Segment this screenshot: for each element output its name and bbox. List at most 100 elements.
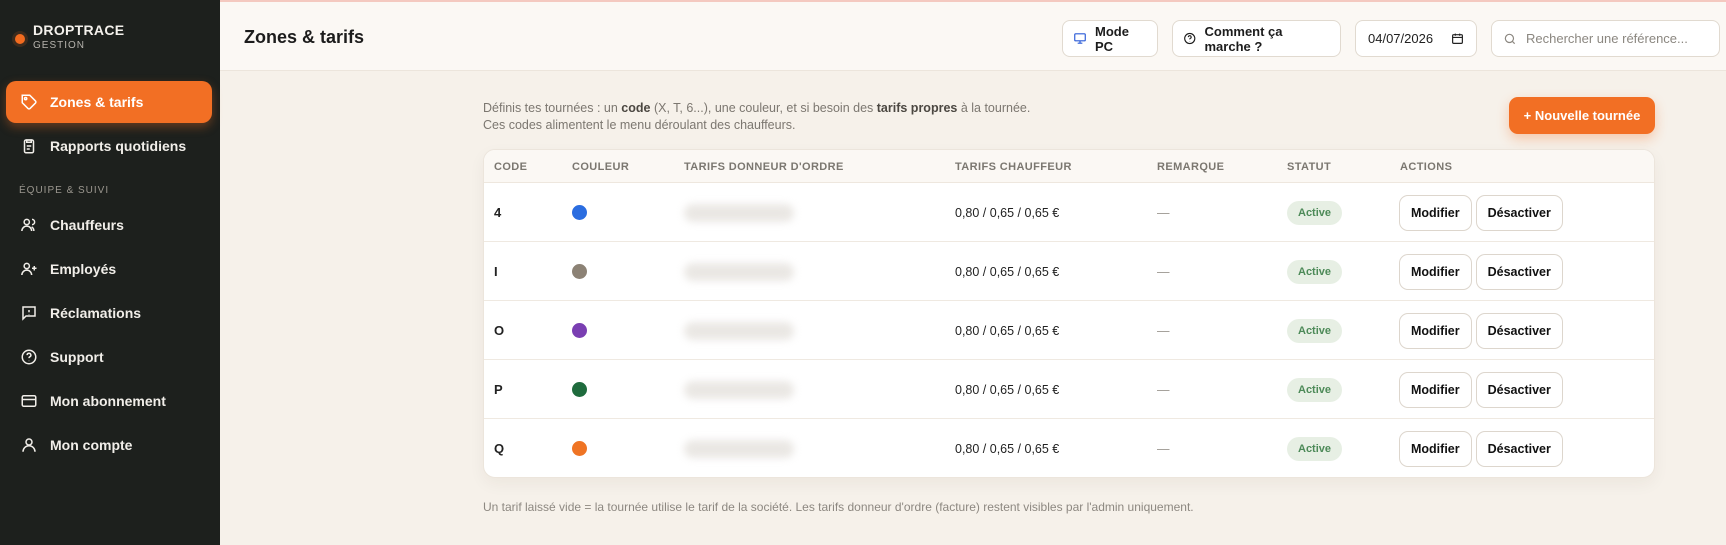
help-circle-icon xyxy=(1184,32,1196,45)
mode-pc-button[interactable]: Mode PC xyxy=(1062,20,1158,57)
sidebar-item-reclamations[interactable]: Réclamations xyxy=(6,292,212,334)
row-tarifs-chauffeur: 0,80 / 0,65 / 0,65 € xyxy=(955,441,1060,456)
blurred-value xyxy=(684,439,794,458)
color-dot-icon xyxy=(572,205,587,220)
edit-button[interactable]: Modifier xyxy=(1399,312,1472,349)
brand-name: DROPTRACE xyxy=(33,22,125,38)
color-dot-icon xyxy=(572,382,587,397)
row-code: I xyxy=(494,264,498,279)
color-dot-icon xyxy=(572,441,587,456)
sidebar-item-zones-tarifs[interactable]: Zones & tarifs xyxy=(6,81,212,123)
row-code: Q xyxy=(494,441,505,456)
sidebar-item-label: Mon abonnement xyxy=(50,393,166,409)
th-couleur: COULEUR xyxy=(572,161,630,173)
status-badge: Active xyxy=(1287,259,1343,284)
row-tarifs-donneur xyxy=(684,183,794,242)
blurred-value xyxy=(684,203,794,222)
row-remarque: — xyxy=(1157,382,1170,397)
blurred-value xyxy=(684,380,794,399)
sidebar-item-employes[interactable]: Employés xyxy=(6,248,212,290)
th-tarifs-chauffeur: TARIFS CHAUFFEUR xyxy=(955,161,1072,173)
edit-button[interactable]: Modifier xyxy=(1399,253,1472,290)
sidebar-item-compte[interactable]: Mon compte xyxy=(6,424,212,466)
row-statut: Active xyxy=(1287,242,1343,301)
sidebar-section-label: ÉQUIPE & SUIVI xyxy=(19,185,110,196)
help-circle-icon xyxy=(21,349,37,365)
help-button[interactable]: Comment ça marche ? xyxy=(1172,20,1341,57)
row-statut: Active xyxy=(1287,419,1343,477)
color-dot-icon xyxy=(572,323,587,338)
th-remarque: REMARQUE xyxy=(1157,161,1225,173)
monitor-icon xyxy=(1074,33,1086,44)
row-tarifs-chauffeur: 0,80 / 0,65 / 0,65 € xyxy=(955,323,1060,338)
search-icon xyxy=(1504,33,1516,44)
row-color xyxy=(572,301,587,360)
brand-sub: GESTION xyxy=(33,40,86,51)
table-row: Q 0,80 / 0,65 / 0,65 € — Active Modifier… xyxy=(484,419,1654,477)
row-statut: Active xyxy=(1287,360,1343,419)
row-statut: Active xyxy=(1287,183,1343,242)
brand-dot-icon xyxy=(15,34,25,44)
edit-button[interactable]: Modifier xyxy=(1399,194,1472,231)
users-icon xyxy=(21,218,36,232)
search-placeholder: Rechercher une référence... xyxy=(1526,31,1688,46)
search-input[interactable]: Rechercher une référence... xyxy=(1491,20,1720,57)
th-actions: ACTIONS xyxy=(1400,161,1453,173)
tag-icon xyxy=(21,94,37,110)
date-value: 04/07/2026 xyxy=(1368,31,1434,46)
edit-button[interactable]: Modifier xyxy=(1399,430,1472,467)
sidebar: DROPTRACE GESTION Zones & tarifs Rapport… xyxy=(0,0,220,545)
sidebar-item-rapports[interactable]: Rapports quotidiens xyxy=(6,125,212,167)
user-plus-icon xyxy=(21,262,37,276)
th-code: CODE xyxy=(494,161,528,173)
row-actions: Modifier Désactiver xyxy=(1399,419,1567,477)
mode-pc-label: Mode PC xyxy=(1095,23,1129,54)
row-tarifs-chauffeur: 0,80 / 0,65 / 0,65 € xyxy=(955,264,1060,279)
sidebar-item-label: Rapports quotidiens xyxy=(50,138,187,154)
row-color xyxy=(572,242,587,301)
table-row: O 0,80 / 0,65 / 0,65 € — Active Modifier… xyxy=(484,301,1654,360)
row-remarque: — xyxy=(1157,323,1170,338)
color-dot-icon xyxy=(572,264,587,279)
new-tournee-button[interactable]: + Nouvelle tournée xyxy=(1509,97,1655,134)
row-color xyxy=(572,419,587,477)
sidebar-item-chauffeurs[interactable]: Chauffeurs xyxy=(6,204,212,246)
deactivate-button[interactable]: Désactiver xyxy=(1475,194,1563,231)
deactivate-button[interactable]: Désactiver xyxy=(1475,430,1563,467)
sidebar-item-label: Employés xyxy=(50,261,117,277)
date-input[interactable]: 04/07/2026 xyxy=(1355,20,1477,57)
row-statut: Active xyxy=(1287,301,1343,360)
calendar-icon[interactable] xyxy=(1451,32,1464,45)
table-body: 4 0,80 / 0,65 / 0,65 € — Active Modifier… xyxy=(484,183,1654,477)
row-tarifs-donneur xyxy=(684,360,794,419)
intro-line-2: Ces codes alimentent le menu déroulant d… xyxy=(483,118,796,132)
sidebar-item-label: Zones & tarifs xyxy=(50,94,144,110)
row-remarque: — xyxy=(1157,205,1170,220)
status-badge: Active xyxy=(1287,436,1343,461)
blurred-value xyxy=(684,321,794,340)
message-icon xyxy=(22,306,36,321)
footer-note: Un tarif laissé vide = la tournée utilis… xyxy=(483,500,1194,514)
row-remarque: — xyxy=(1157,441,1170,456)
table-row: P 0,80 / 0,65 / 0,65 € — Active Modifier… xyxy=(484,360,1654,419)
row-tarifs-chauffeur: 0,80 / 0,65 / 0,65 € xyxy=(955,382,1060,397)
row-code: P xyxy=(494,382,503,397)
deactivate-button[interactable]: Désactiver xyxy=(1475,253,1563,290)
intro-text: Définis tes tournées : un code (X, T, 6.… xyxy=(483,100,1030,134)
sidebar-item-label: Support xyxy=(50,349,104,365)
deactivate-button[interactable]: Désactiver xyxy=(1475,312,1563,349)
row-tarifs-chauffeur: 0,80 / 0,65 / 0,65 € xyxy=(955,205,1060,220)
sidebar-item-label: Chauffeurs xyxy=(50,217,124,233)
row-actions: Modifier Désactiver xyxy=(1399,301,1567,360)
row-color xyxy=(572,360,587,419)
edit-button[interactable]: Modifier xyxy=(1399,371,1472,408)
tournees-table: CODE COULEUR TARIFS DONNEUR D'ORDRE TARI… xyxy=(483,149,1655,478)
sidebar-item-abonnement[interactable]: Mon abonnement xyxy=(6,380,212,422)
user-icon xyxy=(22,438,36,452)
blurred-value xyxy=(684,262,794,281)
table-header: CODE COULEUR TARIFS DONNEUR D'ORDRE TARI… xyxy=(484,150,1654,183)
sidebar-item-support[interactable]: Support xyxy=(6,336,212,378)
deactivate-button[interactable]: Désactiver xyxy=(1475,371,1563,408)
status-badge: Active xyxy=(1287,200,1343,225)
row-tarifs-donneur xyxy=(684,242,794,301)
